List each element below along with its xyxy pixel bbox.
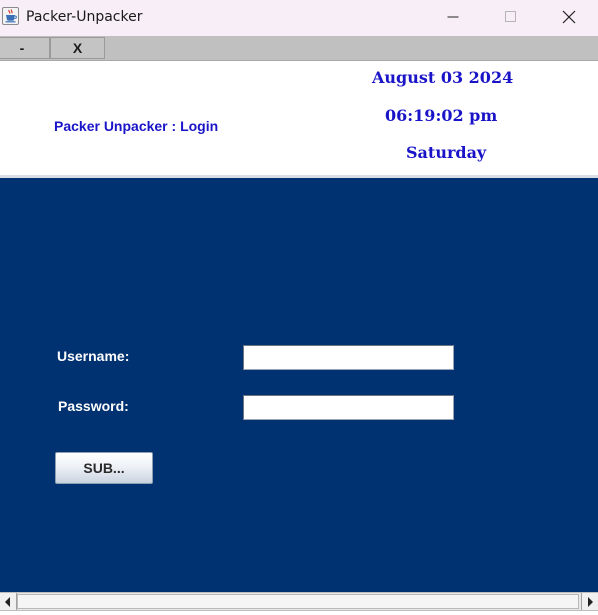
arrow-left-icon [5,596,10,607]
clock-day: Saturday [406,143,487,162]
window-maximize-button[interactable] [482,0,540,34]
username-label: Username: [57,348,130,364]
password-label: Password: [58,398,129,414]
window-close-button[interactable] [540,0,598,34]
window-title: Packer-Unpacker [26,9,143,25]
arrow-right-icon [588,596,593,607]
title-bar: Packer-Unpacker [0,0,598,36]
submit-button[interactable]: SUB... [55,452,153,484]
scroll-right-button[interactable] [581,593,598,610]
clock-date: August 03 2024 [372,68,514,87]
app-window: Packer-Unpacker - X Packer Unpacker : Lo… [0,0,598,615]
scrollbar-thumb[interactable] [17,594,579,609]
username-field[interactable] [243,345,454,370]
app-close-button[interactable]: X [50,37,105,59]
clock-time: 06:19:02 pm [385,106,498,125]
scroll-left-button[interactable] [0,593,17,610]
page-title: Packer Unpacker : Login [54,118,219,134]
window-minimize-button[interactable] [424,0,482,34]
app-toolbar: - X [0,36,598,61]
login-panel: Username: Password: SUB... [0,178,598,592]
minimize-icon [447,16,459,18]
password-field[interactable] [243,395,454,420]
maximize-icon [505,11,516,22]
horizontal-scrollbar[interactable] [0,592,598,611]
window-bottom-edge [0,611,598,615]
app-minimize-button[interactable]: - [0,37,50,59]
java-cup-icon[interactable] [2,7,19,25]
header-panel: Packer Unpacker : Login August 03 2024 0… [0,61,598,175]
close-icon [562,10,576,24]
